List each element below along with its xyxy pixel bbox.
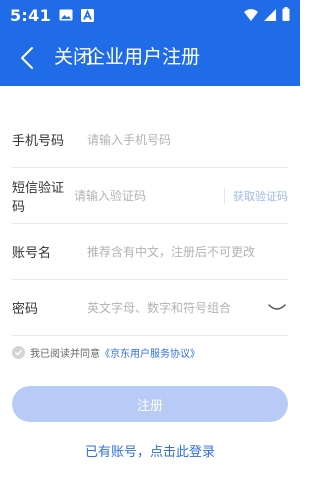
check-icon xyxy=(15,349,23,356)
sms-row: 短信验证码 获取验证码 xyxy=(12,168,288,224)
back-button[interactable] xyxy=(12,42,42,74)
agreement-link[interactable]: 《京东用户服务协议》 xyxy=(100,345,200,360)
phone-row: 手机号码 xyxy=(12,112,288,168)
password-row: 密码 xyxy=(12,280,288,336)
wifi-icon xyxy=(244,6,258,25)
app-bar: 关闭 企业用户注册 xyxy=(0,30,300,86)
account-input[interactable] xyxy=(87,244,288,259)
agreement-text: 我已阅读并同意 xyxy=(30,349,100,360)
image-icon xyxy=(59,9,73,21)
account-row: 账号名 xyxy=(12,224,288,280)
signal-icon xyxy=(264,6,276,25)
password-input[interactable] xyxy=(87,300,266,315)
account-label: 账号名 xyxy=(12,246,52,261)
a-badge-icon xyxy=(81,8,94,22)
register-form: 手机号码 短信验证码 获取验证码 账号名 密码 xyxy=(12,112,288,336)
battery-icon xyxy=(282,6,290,25)
status-time: 5:41 xyxy=(10,5,51,25)
phone-label: 手机号码 xyxy=(12,134,65,149)
page-title: 企业用户注册 xyxy=(86,46,201,68)
sms-label: 短信验证码 xyxy=(12,180,65,215)
password-label: 密码 xyxy=(12,302,39,317)
register-button[interactable]: 注册 xyxy=(12,386,288,422)
chevron-left-icon xyxy=(21,47,33,69)
login-link[interactable]: 已有账号，点击此登录 xyxy=(0,441,300,460)
agree-checkbox[interactable] xyxy=(12,346,25,359)
agreement: 我已阅读并同意 《京东用户服务协议》 xyxy=(12,345,200,360)
eye-closed-icon[interactable] xyxy=(266,301,288,315)
phone-input[interactable] xyxy=(87,132,288,147)
status-bar: 5:41 xyxy=(0,0,300,30)
sms-code-input[interactable] xyxy=(74,188,224,203)
get-code-button[interactable]: 获取验证码 xyxy=(224,187,288,204)
